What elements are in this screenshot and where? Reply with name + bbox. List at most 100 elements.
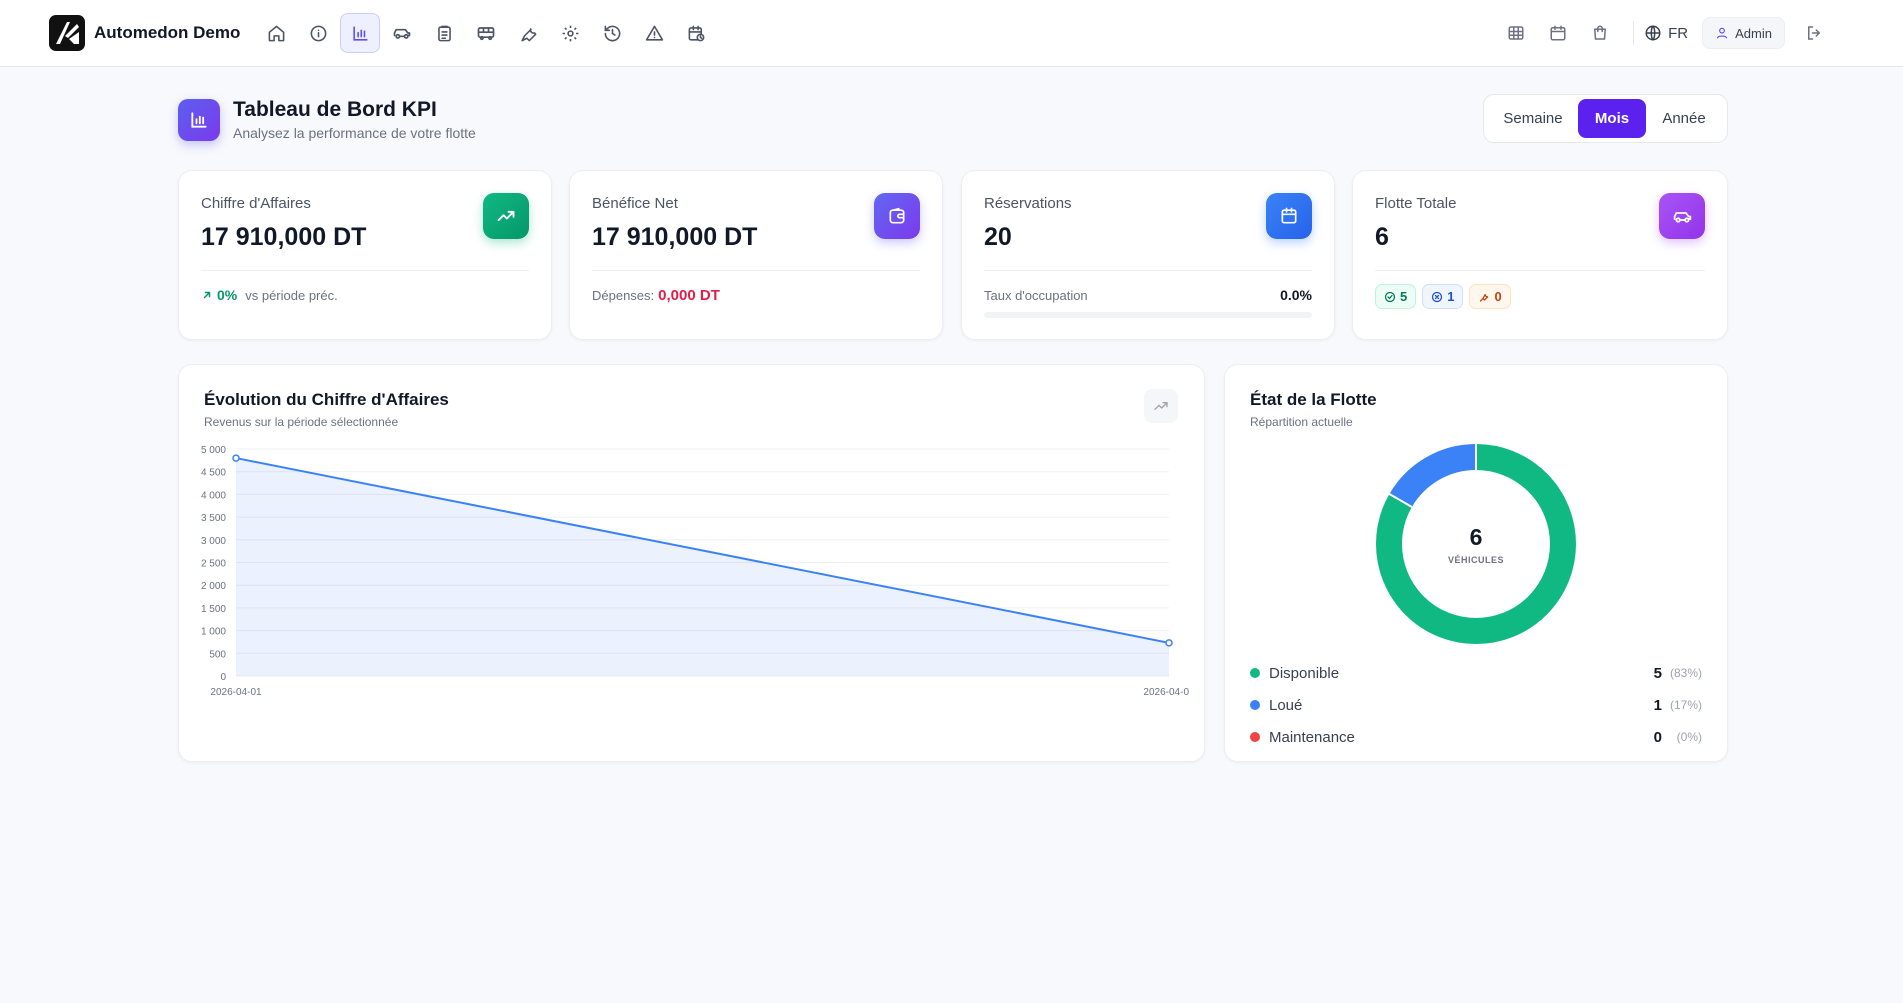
trending-up-icon — [483, 193, 529, 239]
x-tick-label: 2026-04-04 — [1143, 687, 1189, 698]
available-count: 5 — [1400, 289, 1408, 304]
badge-maintenance: 0 — [1469, 284, 1511, 309]
info-icon[interactable] — [298, 13, 338, 53]
arrow-up-right-icon — [203, 291, 211, 299]
kpi-footer: Dépenses: 0,000 DT — [592, 287, 920, 304]
fleet-legend: Disponible 5 (83%) Loué 1 (17%) Maintena… — [1250, 657, 1702, 753]
expenses-label: Dépenses: — [592, 288, 655, 303]
x-tick-label: 2026-04-01 — [210, 687, 262, 698]
language-switch[interactable]: FR — [1644, 24, 1688, 42]
fleet-status-card: État de la Flotte Répartition actuelle 6… — [1224, 364, 1728, 762]
occupancy-label: Taux d'occupation — [984, 287, 1088, 303]
badge-available: 5 — [1375, 284, 1417, 309]
legend-dot — [1250, 668, 1260, 678]
legend-percent: (83%) — [1670, 666, 1703, 680]
top-navbar: Automedon Demo FR Admin — [0, 0, 1903, 67]
page-title: Tableau de Bord KPI — [233, 98, 437, 121]
automedon-logo-icon — [49, 15, 85, 51]
trending-up-icon[interactable] — [1144, 389, 1178, 423]
legend-dot — [1250, 700, 1260, 710]
wrench-icon[interactable] — [508, 13, 548, 53]
legend-percent: (17%) — [1670, 698, 1703, 712]
chart-subtitle: Revenus sur la période sélectionnée — [204, 415, 399, 429]
history-icon[interactable] — [592, 13, 632, 53]
app-name: Automedon Demo — [94, 23, 241, 42]
gear-icon[interactable] — [550, 13, 590, 53]
wallet-icon — [874, 193, 920, 239]
legend-item: Maintenance 0 (0%) — [1250, 721, 1702, 753]
kpi-label: Bénéfice Net — [592, 195, 678, 212]
kpi-value: 6 — [1375, 223, 1389, 251]
period-month-button[interactable]: Mois — [1578, 99, 1646, 138]
y-tick-label: 2 000 — [201, 581, 226, 592]
donut-unit: VÉHICULES — [1447, 554, 1504, 565]
clipboard-icon[interactable] — [424, 13, 464, 53]
kpi-label: Réservations — [984, 195, 1072, 212]
y-tick-label: 1 500 — [201, 604, 226, 615]
kpi-card-profit: Bénéfice Net 17 910,000 DT Dépenses: 0,0… — [569, 170, 943, 340]
bus-icon[interactable] — [466, 13, 506, 53]
kpi-divider — [984, 270, 1312, 271]
chart-title: État de la Flotte — [1250, 390, 1377, 409]
legend-percent: (0%) — [1676, 730, 1702, 744]
y-tick-label: 2 500 — [201, 559, 226, 570]
globe-icon — [1645, 25, 1661, 41]
y-tick-label: 5 000 — [201, 445, 226, 456]
legend-item: Loué 1 (17%) — [1250, 689, 1702, 721]
y-tick-label: 4 500 — [201, 468, 226, 479]
calendar-icon[interactable] — [1539, 16, 1577, 50]
legend-item: Disponible 5 (83%) — [1250, 657, 1702, 689]
revenue-change: 0% — [217, 287, 238, 303]
period-week-button[interactable]: Semaine — [1488, 99, 1578, 138]
legend-count: 1 — [1653, 696, 1662, 714]
calendar-icon — [1266, 193, 1312, 239]
kpi-card-fleet: Flotte Totale 6 5 1 0 — [1352, 170, 1728, 340]
data-point[interactable] — [232, 454, 240, 462]
legend-label: Disponible — [1269, 664, 1340, 682]
kpi-footer: Taux d'occupation 0.0% — [984, 287, 1312, 303]
home-icon[interactable] — [256, 13, 296, 53]
legend-label: Maintenance — [1269, 728, 1355, 746]
maintenance-count: 0 — [1494, 289, 1502, 304]
y-tick-label: 1 000 — [201, 627, 226, 638]
user-menu[interactable]: Admin — [1702, 17, 1785, 49]
shopping-bag-icon[interactable] — [1581, 16, 1619, 50]
rented-count: 1 — [1447, 289, 1455, 304]
legend-label: Loué — [1269, 696, 1303, 714]
donut-total: 6 — [1469, 523, 1483, 550]
kpi-footer: 0% vs période préc. — [201, 287, 529, 303]
logout-icon[interactable] — [1795, 16, 1833, 50]
period-year-button[interactable]: Année — [1646, 99, 1722, 138]
bar-chart-icon[interactable] — [340, 13, 380, 53]
bar-chart-icon — [178, 98, 220, 141]
revenue-change-text: vs période préc. — [245, 287, 338, 303]
revenue-area-chart: 0 500 1 000 1 500 2 000 2 500 3 000 3 500 4 000 4… — [201, 445, 1189, 698]
data-point[interactable] — [1165, 639, 1173, 647]
kpi-label: Chiffre d'Affaires — [201, 195, 311, 212]
y-tick-label: 3 500 — [201, 513, 226, 524]
nav-divider — [1633, 21, 1635, 45]
table-icon[interactable] — [1497, 16, 1535, 50]
y-tick-label: 4 000 — [201, 490, 226, 501]
donut-center: 6 VÉHICULES — [1371, 439, 1581, 649]
car-icon[interactable] — [382, 13, 422, 53]
page-subtitle: Analysez la performance de votre flotte — [233, 125, 476, 141]
kpi-value: 20 — [984, 223, 1012, 251]
check-circle-icon — [1384, 291, 1396, 302]
expenses-value: 0,000 DT — [658, 287, 720, 304]
occupancy-value: 0.0% — [1280, 287, 1312, 303]
wrench-icon — [1480, 293, 1489, 302]
fleet-badges: 5 1 0 — [1375, 284, 1705, 309]
calendar-clock-icon[interactable] — [676, 13, 716, 53]
y-tick-label: 500 — [209, 649, 226, 660]
user-icon — [1716, 27, 1728, 39]
language-label: FR — [1668, 24, 1689, 42]
revenue-chart-card: Évolution du Chiffre d'Affaires Revenus … — [178, 364, 1205, 762]
badge-rented: 1 — [1422, 284, 1464, 309]
chart-subtitle: Répartition actuelle — [1250, 415, 1353, 429]
warning-icon[interactable] — [634, 13, 674, 53]
chart-title: Évolution du Chiffre d'Affaires — [204, 390, 449, 409]
car-icon — [1659, 193, 1705, 239]
kpi-card-reservations: Réservations 20 Taux d'occupation 0.0% — [961, 170, 1335, 340]
brand[interactable]: Automedon Demo — [49, 15, 240, 51]
